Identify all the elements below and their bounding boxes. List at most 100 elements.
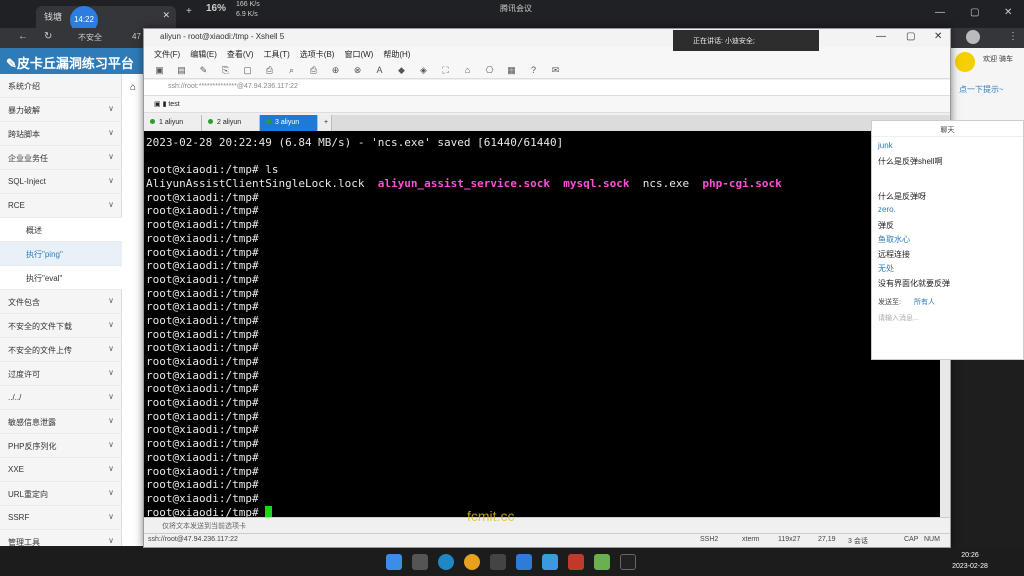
close-icon[interactable]: ✕ <box>934 31 942 42</box>
send-to-select[interactable]: 所有人 <box>914 297 935 307</box>
sidebar-item[interactable]: 敏感信息泄露 ∨ <box>0 410 122 434</box>
toolbar-icon[interactable]: ⊕ <box>330 65 341 76</box>
sidebar-item[interactable]: 不安全的文件上传 ∨ <box>0 338 122 362</box>
sidebar-item[interactable]: 执行"eval" <box>0 266 122 290</box>
status-num: NUM <box>924 536 940 543</box>
menu-item[interactable]: 文件(F) <box>154 49 180 60</box>
back-icon[interactable]: ← <box>18 31 28 42</box>
sidebar-item-label: 执行"eval" <box>26 274 63 283</box>
avatar[interactable] <box>966 30 980 44</box>
edge-icon[interactable] <box>438 554 454 570</box>
new-tab-icon[interactable]: + <box>186 6 192 17</box>
terminal[interactable]: 2023-02-28 20:22:49 (6.84 MB/s) - 'ncs.e… <box>144 131 940 517</box>
home-icon[interactable]: ⌂ <box>130 82 136 93</box>
app-icon[interactable] <box>490 554 506 570</box>
connected-icon <box>208 119 213 124</box>
maximize-icon[interactable]: ▢ <box>970 7 979 18</box>
toolbar-icon[interactable]: ▤ <box>176 65 187 76</box>
toolbar-icon[interactable]: ⌕ <box>286 65 297 76</box>
net-down: 6.9 K/s <box>236 11 258 18</box>
chevron-down-icon: ∨ <box>108 536 114 545</box>
sidebar-item[interactable]: 暴力破解 ∨ <box>0 98 122 122</box>
session-address-text: ssh://root:**************@47.94.236.117:… <box>168 83 298 90</box>
toolbar-icon[interactable]: ▣ <box>154 65 165 76</box>
chrome-icon[interactable] <box>464 554 480 570</box>
prompt-line: root@xiaodi:/tmp# <box>146 492 940 506</box>
menu-item[interactable]: 选项卡(B) <box>300 49 335 60</box>
terminal-icon[interactable] <box>620 554 636 570</box>
sidebar-item[interactable]: 执行"ping" <box>0 242 122 266</box>
toolbar-icon[interactable]: ⎔ <box>484 65 495 76</box>
sidebar-item[interactable]: ../../ ∨ <box>0 386 122 410</box>
menu-item[interactable]: 查看(V) <box>227 49 254 60</box>
start-icon[interactable] <box>386 554 402 570</box>
sidebar-item[interactable]: SSRF ∨ <box>0 506 122 530</box>
app-icon[interactable] <box>594 554 610 570</box>
toolbar-icon[interactable]: ◆ <box>396 65 407 76</box>
toolbar-icon[interactable]: ⎙ <box>264 65 275 76</box>
toolbar-icon[interactable]: ▢ <box>242 65 253 76</box>
prompt-text: root@xiaodi:/tmp# <box>146 259 259 273</box>
explorer-icon[interactable] <box>412 554 428 570</box>
toolbar: ▣ ▤ ✎ ⎘ ▢ ⎙ ⌕ ⎙ ⊕ ⊗ A ◆ ◈ ⛶ ⌂ ⎔ ▦? ✉ <box>144 63 950 79</box>
chat-message: 什么是反弹呀 <box>878 191 926 201</box>
sidebar-item[interactable]: PHP反序列化 ∨ <box>0 434 122 458</box>
chat-input[interactable]: 请输入消息... <box>878 313 919 323</box>
browser-tab[interactable]: 钱塘 ✕ <box>36 6 176 28</box>
minimize-icon[interactable]: — <box>935 7 945 18</box>
sidebar-item[interactable]: 概述 <box>0 218 122 242</box>
sidebar: 系统介绍 暴力破解 ∨ 跨站脚本 ∨ 企业业务任 ∨ SQL-Inject ∨ RCE ∨ 概述 执行"… <box>0 74 122 554</box>
sidebar-item[interactable]: 文件包含 ∨ <box>0 290 122 314</box>
compose-bar[interactable]: 仅将文本发送到当前选项卡 <box>144 517 950 533</box>
close-icon[interactable]: ✕ <box>1004 7 1012 18</box>
menu-item[interactable]: 窗口(W) <box>344 49 373 60</box>
app-icon[interactable] <box>542 554 558 570</box>
menu-item[interactable]: 帮助(H) <box>383 49 410 60</box>
sidebar-item[interactable]: 跨站脚本 ∨ <box>0 122 122 146</box>
maximize-icon[interactable]: ▢ <box>906 31 915 42</box>
menu-item[interactable]: 工具(T) <box>264 49 290 60</box>
toolbar-icon[interactable]: A <box>374 65 385 76</box>
session-tab[interactable]: 1 aliyun <box>144 115 202 131</box>
menu-item[interactable]: 编辑(E) <box>190 49 217 60</box>
meeting-icon[interactable] <box>516 554 532 570</box>
sidebar-item[interactable]: RCE ∨ <box>0 194 122 218</box>
toolbar-icon[interactable]: ▦ <box>506 65 517 76</box>
more-icon[interactable]: ⋮ <box>1008 31 1018 42</box>
reload-icon[interactable]: ↻ <box>44 31 52 42</box>
sidebar-item[interactable]: 不安全的文件下载 ∨ <box>0 314 122 338</box>
sidebar-item[interactable]: URL重定向 ∨ <box>0 482 122 506</box>
toolbar-icon[interactable]: ⎙ <box>308 65 319 76</box>
sidebar-item[interactable]: SQL-Inject ∨ <box>0 170 122 194</box>
sidebar-item-label: 执行"ping" <box>26 250 63 259</box>
session-tab[interactable]: 3 aliyun <box>260 115 318 131</box>
link-test[interactable]: test <box>168 101 179 108</box>
minimize-icon[interactable]: — <box>876 31 886 42</box>
site-title: ✎皮卡丘漏洞练习平台 <box>0 48 148 74</box>
prompt-line: root@xiaodi:/tmp# <box>146 259 940 273</box>
sidebar-item-label: 暴力破解 <box>8 106 40 115</box>
toolbar-icon[interactable]: ✉ <box>550 65 561 76</box>
toolbar-icon[interactable]: ✎ <box>198 65 209 76</box>
toolbar-icon[interactable]: ◈ <box>418 65 429 76</box>
close-icon[interactable]: ✕ <box>162 10 170 21</box>
toolbar-icon[interactable]: ⊗ <box>352 65 363 76</box>
add-tab-icon[interactable]: + <box>318 115 332 131</box>
ls-file: php-cgi.sock <box>702 177 782 191</box>
sidebar-item[interactable]: XXE ∨ <box>0 458 122 482</box>
chevron-down-icon: ∨ <box>108 200 114 209</box>
sidebar-item[interactable]: 企业业务任 ∨ <box>0 146 122 170</box>
session-tab[interactable]: 2 aliyun <box>202 115 260 131</box>
hint-link[interactable]: 点一下提示~ <box>959 84 1004 95</box>
sidebar-item-label: SQL-Inject <box>8 177 46 186</box>
chevron-down-icon: ∨ <box>108 176 114 185</box>
xshell-icon[interactable] <box>568 554 584 570</box>
sidebar-item[interactable]: 系统介绍 <box>0 74 122 98</box>
session-address[interactable]: ssh://root:**************@47.94.236.117:… <box>144 80 950 96</box>
toolbar-icon[interactable]: ⌂ <box>462 65 473 76</box>
toolbar-icon[interactable]: ⎘ <box>220 65 231 76</box>
toolbar-icon[interactable]: ⛶ <box>440 65 451 76</box>
toolbar-icon[interactable]: ? <box>528 65 539 76</box>
sidebar-item[interactable]: 过度许可 ∨ <box>0 362 122 386</box>
prompt-line: root@xiaodi:/tmp# <box>146 218 940 232</box>
